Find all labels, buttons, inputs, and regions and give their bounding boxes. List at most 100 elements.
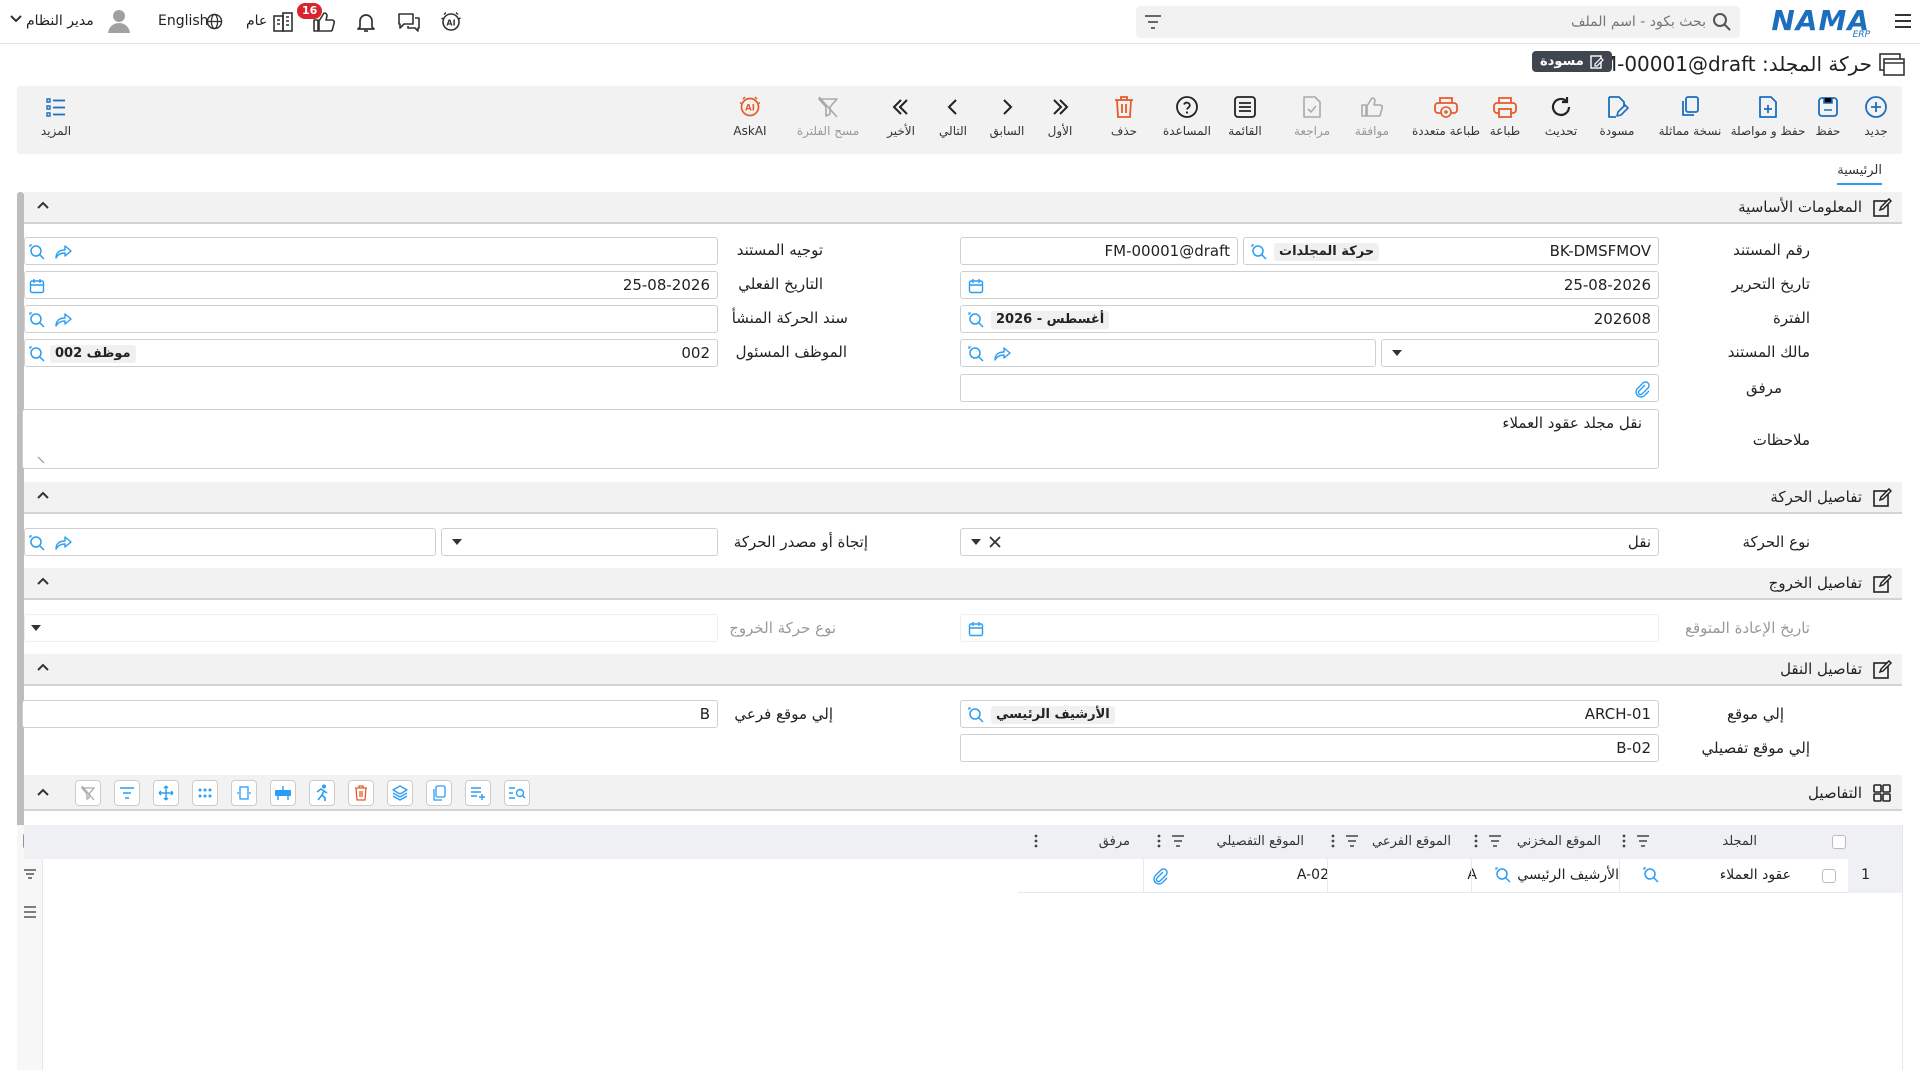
search-lookup-icon[interactable] [968,707,984,723]
more-button[interactable]: المزيد [24,92,88,148]
filter-icon[interactable] [114,780,140,806]
building-icon[interactable] [272,11,294,33]
actual-date-field[interactable]: 25-08-2026 [24,271,718,299]
column-header-detail-location[interactable]: الموقع التفصيلي [1217,834,1304,849]
save-continue-button[interactable]: حفظ و مواصلة [1726,92,1810,148]
multi-print-button[interactable]: طباعة متعددة [1404,92,1488,148]
doc-owner-field[interactable] [960,339,1376,367]
ai-assistant-icon[interactable]: AI [439,10,463,34]
chat-icon[interactable] [397,11,421,33]
clear-x-icon[interactable] [989,536,1001,548]
to-sublocation-field[interactable]: B [22,700,718,728]
globe-icon[interactable] [206,13,223,30]
column-header-store-location[interactable]: الموقع المخزني [1517,834,1601,849]
tab-main[interactable]: الرئيسية [1837,163,1882,185]
search-lookup-icon[interactable] [29,312,45,328]
askai-button[interactable]: AI AskAI [718,92,782,148]
paperclip-icon[interactable] [1634,380,1650,398]
menu-lines-icon[interactable] [23,906,37,918]
section-movement-details[interactable]: تفاصيل الحركة [24,482,1902,514]
caret-down-icon[interactable] [31,625,41,631]
calendar-icon[interactable] [968,278,984,294]
column-menu-icon[interactable] [1034,834,1038,848]
refresh-button[interactable]: تحديث [1529,92,1593,148]
delete-button[interactable]: حذف [1092,92,1156,148]
section-details[interactable]: التفاصيل [24,775,1902,811]
search-bar[interactable] [1136,6,1740,38]
chevron-up-icon[interactable] [36,200,50,210]
chevron-down-icon[interactable] [10,14,22,24]
edit-date-field[interactable]: 25-08-2026 [960,271,1659,299]
section-transfer-details[interactable]: تفاصيل النقل [24,654,1902,686]
nama-logo[interactable]: NAMA ERP [1771,4,1870,40]
layers-icon[interactable] [387,780,413,806]
search-lookup-icon[interactable] [968,312,984,328]
running-person-icon[interactable] [309,780,335,806]
to-detail-location-field[interactable]: B-02 [960,734,1659,762]
search-lookup-icon[interactable] [968,346,984,362]
section-exit-details[interactable]: تفاصيل الخروج [24,568,1902,600]
trash-icon[interactable] [348,780,374,806]
cell-sub-location[interactable]: A [1467,867,1477,883]
share-icon[interactable] [55,535,73,551]
search-lookup-icon[interactable] [29,244,45,260]
search-icon[interactable] [1712,12,1732,32]
chevron-up-icon[interactable] [36,576,50,586]
column-menu-icon[interactable] [1622,834,1626,848]
cell-detail-location[interactable]: A-02 [1297,867,1329,883]
copy-icon[interactable] [426,780,452,806]
row-checkbox[interactable] [1822,869,1836,883]
approve-button[interactable]: موافقة [1340,92,1404,148]
column-header-attachment[interactable]: مرفق [1099,834,1130,849]
chevron-up-icon[interactable] [36,490,50,500]
calendar-icon[interactable] [29,278,45,294]
exit-type-select[interactable] [24,614,718,642]
grid-dots-icon[interactable] [192,780,218,806]
search-lookup-icon[interactable] [1643,867,1659,883]
search-list-icon[interactable] [504,780,530,806]
column-menu-icon[interactable] [1157,834,1161,848]
share-icon[interactable] [55,312,73,328]
doc-code-field[interactable]: FM-00001@draft [960,237,1238,265]
cell-store-location[interactable]: الأرشيف الرئيسي [1517,867,1619,883]
clear-filter-icon[interactable] [75,780,101,806]
user-avatar-icon[interactable] [106,7,132,35]
column-filter-icon[interactable] [1488,835,1502,847]
table-insert-icon[interactable] [270,780,296,806]
search-lookup-icon[interactable] [29,346,45,362]
scope-label[interactable]: عام [246,13,267,29]
doc-direction-field[interactable] [24,237,718,265]
doc-number-field[interactable]: BK-DMSFMOV حركة المجلدات [1243,237,1659,265]
add-row-icon[interactable] [465,780,491,806]
column-menu-icon[interactable] [1474,834,1478,848]
caret-down-icon[interactable] [971,539,981,545]
filter-icon[interactable] [23,868,37,882]
origin-doc-field[interactable] [24,305,718,333]
last-button[interactable]: الأخير [869,92,933,148]
filter-icon[interactable] [1144,14,1162,30]
search-input[interactable] [1246,10,1706,34]
hamburger-menu-icon[interactable] [1892,10,1914,32]
column-menu-icon[interactable] [1331,834,1335,848]
expected-return-field[interactable] [960,614,1659,642]
notes-textarea[interactable]: نقل مجلد عقود العملاء [22,409,1659,469]
move-direction-type-select[interactable] [441,528,718,556]
column-filter-icon[interactable] [1171,835,1185,847]
table-row[interactable]: 1 عقود العملاء الأرشيف الرئيسي A A-02 [1018,859,1902,893]
paperclip-icon[interactable] [1152,867,1168,885]
doc-owner-type-select[interactable] [1381,339,1659,367]
column-width-icon[interactable] [231,780,257,806]
scroll-rail[interactable] [17,192,24,895]
chevron-up-icon[interactable] [36,662,50,672]
duplicate-button[interactable]: نسخة مماثلة [1650,92,1730,148]
column-filter-icon[interactable] [1345,835,1359,847]
attachment-field[interactable] [960,374,1659,402]
chevron-up-icon[interactable] [36,787,50,797]
period-field[interactable]: 202608 2026 - أغسطس [960,305,1659,333]
move-type-select[interactable]: نقل [960,528,1659,556]
to-location-field[interactable]: ARCH-01 الأرشيف الرئيسي [960,700,1659,728]
move-direction-field[interactable] [24,528,436,556]
language-switch[interactable]: English [158,13,209,29]
column-filter-icon[interactable] [1636,835,1650,847]
responsible-field[interactable]: 002 موظف 002 [24,339,718,367]
